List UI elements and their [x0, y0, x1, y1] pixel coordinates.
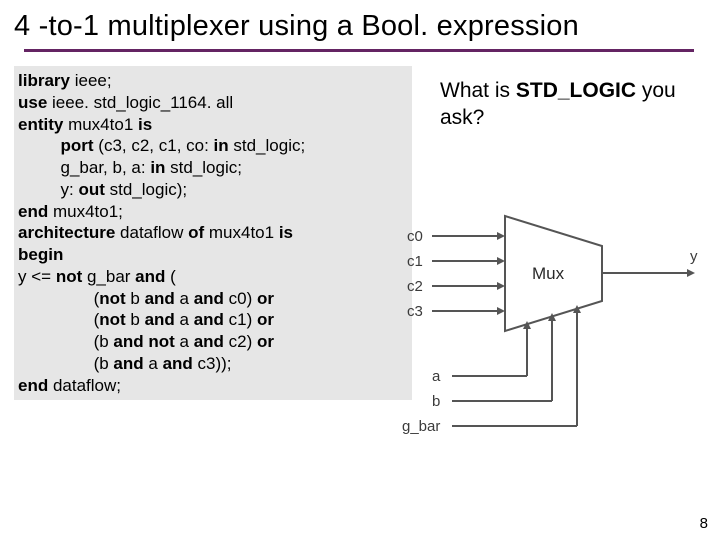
label-a: a: [432, 368, 441, 385]
label-c1: c1: [407, 253, 423, 270]
label-y: y: [690, 248, 698, 265]
label-c3: c3: [407, 303, 423, 320]
slide: 4 -to-1 multiplexer using a Bool. expres…: [0, 0, 720, 540]
code-line: y <= not g_bar and (: [18, 266, 408, 288]
slide-title: 4 -to-1 multiplexer using a Bool. expres…: [0, 0, 720, 49]
code-line: architecture dataflow of mux4to1 is: [18, 222, 408, 244]
page-number: 8: [700, 515, 708, 532]
label-c0: c0: [407, 228, 423, 245]
side-question: What is STD_LOGIC you ask?: [440, 78, 700, 132]
code-line: entity mux4to1 is: [18, 114, 408, 136]
code-line: (not b and a and c1) or: [18, 309, 408, 331]
vhdl-code-block: library ieee; use ieee. std_logic_1164. …: [14, 66, 412, 400]
mux-diagram: c0 c1 c2 c3 Mux y a b g_bar: [402, 206, 702, 456]
code-line: begin: [18, 244, 408, 266]
label-gbar: g_bar: [402, 418, 440, 435]
code-line: y: out std_logic);: [18, 179, 408, 201]
code-line: (not b and a and c0) or: [18, 288, 408, 310]
code-line: end mux4to1;: [18, 201, 408, 223]
title-rule: [24, 49, 694, 52]
code-line: (b and not a and c2) or: [18, 331, 408, 353]
code-line: (b and a and c3));: [18, 353, 408, 375]
label-mux: Mux: [532, 264, 565, 283]
label-b: b: [432, 393, 440, 410]
label-c2: c2: [407, 278, 423, 295]
code-line: library ieee;: [18, 70, 408, 92]
code-line: port (c3, c2, c1, co: in std_logic;: [18, 135, 408, 157]
code-line: end dataflow;: [18, 375, 408, 397]
code-line: use ieee. std_logic_1164. all: [18, 92, 408, 114]
code-line: g_bar, b, a: in std_logic;: [18, 157, 408, 179]
